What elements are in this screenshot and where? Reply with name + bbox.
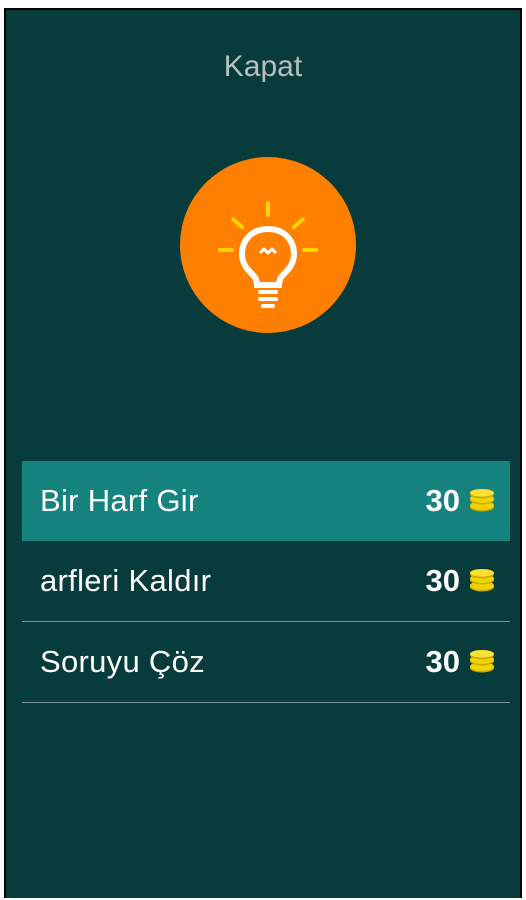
coins-icon	[470, 650, 494, 673]
option-cost: 30	[426, 644, 496, 680]
cost-value: 30	[425, 563, 460, 598]
lightbulb-icon	[218, 201, 318, 308]
hint-options-list: Bir Harf Gir 30 arfleri Kaldır 30 Soruyu…	[22, 461, 510, 703]
cost-value: 30	[425, 483, 460, 518]
close-button[interactable]: Kapat	[6, 50, 520, 84]
coins-icon	[470, 489, 494, 512]
option-label: Bir Harf Gir	[40, 483, 199, 518]
coins-icon	[470, 569, 494, 592]
option-label: arfleri Kaldır	[40, 563, 212, 598]
cost-value: 30	[425, 644, 460, 679]
option-solve-question[interactable]: Soruyu Çöz 30	[22, 622, 510, 702]
hint-badge	[180, 157, 356, 333]
hint-dialog: Kapat Bir Harf Gir 30 arfleri Kaldır 30 …	[4, 8, 522, 898]
option-remove-letters[interactable]: arfleri Kaldır 30	[22, 541, 510, 621]
divider	[22, 702, 510, 703]
option-cost: 30	[426, 563, 496, 599]
option-enter-letter[interactable]: Bir Harf Gir 30	[22, 461, 510, 541]
option-cost: 30	[426, 483, 496, 519]
option-label: Soruyu Çöz	[40, 644, 205, 679]
